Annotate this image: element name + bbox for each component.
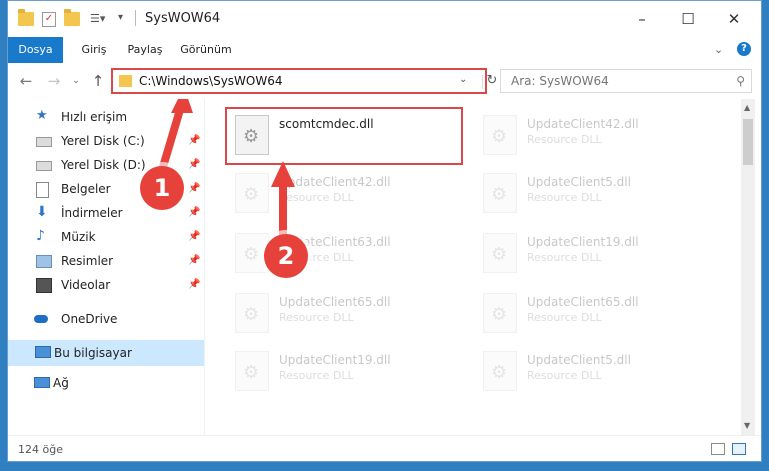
customize-toolbar-icon[interactable]: ▾ [118, 12, 134, 26]
tab-file[interactable]: Dosya [8, 37, 63, 63]
title-divider [135, 10, 136, 26]
forward-button[interactable]: → [44, 71, 64, 91]
up-button[interactable]: ↑ [88, 71, 108, 91]
arrow-2-head [271, 161, 295, 187]
status-bar: 124 öğe [8, 435, 761, 461]
address-toolbar: ← → ⌄ ↑ C:\Windows\SysWOW64 ⌄ ↻ ⚲ [8, 63, 761, 99]
step-badge-1: 1 [140, 166, 184, 210]
recent-locations-button[interactable]: ⌄ [66, 71, 86, 91]
tab-view[interactable]: Görünüm [174, 37, 238, 63]
arrow-1-head [171, 99, 193, 113]
vertical-scrollbar[interactable]: ▲ ▼ [741, 99, 755, 435]
maximize-button[interactable]: ☐ [665, 1, 711, 37]
item-count: 124 öğe [18, 443, 63, 456]
annotation-layer: 1 2 [8, 99, 761, 435]
search-icon[interactable]: ⚲ [736, 74, 745, 88]
search-box[interactable]: ⚲ [500, 69, 752, 93]
tab-share[interactable]: Paylaş [122, 37, 168, 63]
ribbon-tabs: Dosya Giriş Paylaş Görünüm ⌄ ? [8, 37, 761, 64]
scroll-thumb[interactable] [743, 119, 753, 165]
quick-access-dropdown-icon[interactable]: ☰▾ [90, 12, 112, 26]
expand-ribbon-icon[interactable]: ⌄ [714, 43, 723, 56]
annotation-arrows [156, 99, 295, 248]
title-bar: ✓ ☰▾ ▾ SysWOW64 – ☐ ✕ [8, 1, 761, 37]
minimize-button[interactable]: – [619, 1, 665, 37]
back-button[interactable]: ← [16, 71, 36, 91]
scroll-down-icon[interactable]: ▼ [744, 421, 750, 430]
explorer-window: ✓ ☰▾ ▾ SysWOW64 – ☐ ✕ Dosya Giriş Paylaş… [7, 0, 762, 462]
properties-icon[interactable]: ✓ [42, 12, 56, 27]
address-highlight [111, 68, 487, 94]
folder-icon [18, 9, 34, 26]
search-input[interactable] [509, 73, 713, 89]
main-area: ★ Hızlı erişim Yerel Disk (C:) 📌 Yerel D… [8, 99, 761, 435]
details-view-icon[interactable] [711, 443, 725, 455]
close-button[interactable]: ✕ [711, 1, 757, 37]
large-icons-view-icon[interactable] [732, 443, 746, 455]
tab-home[interactable]: Giriş [74, 37, 114, 63]
window-title: SysWOW64 [145, 11, 221, 26]
help-icon[interactable]: ? [737, 42, 751, 56]
new-folder-icon[interactable] [64, 9, 80, 26]
step-badge-2: 2 [264, 234, 308, 278]
scroll-up-icon[interactable]: ▲ [744, 103, 750, 112]
